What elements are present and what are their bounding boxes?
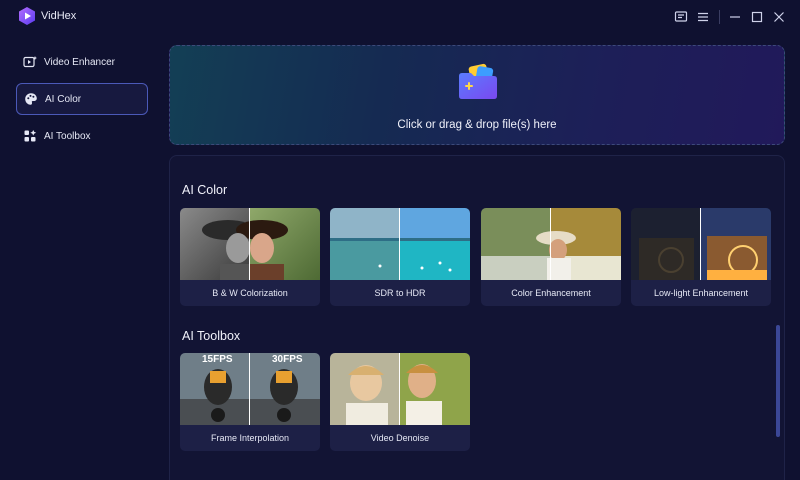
badge-15fps: 15FPS bbox=[202, 354, 233, 365]
card-label: Low-light Enhancement bbox=[653, 288, 749, 298]
sidebar-item-video-enhancer[interactable]: Video Enhancer bbox=[16, 46, 148, 78]
frame-interpolation-thumbnail: 15FPS 30FPS bbox=[180, 353, 320, 425]
content-scrollbar[interactable] bbox=[776, 325, 780, 437]
comparison-divider bbox=[550, 208, 551, 280]
app-name: VidHex bbox=[41, 10, 77, 22]
card-label: Video Denoise bbox=[370, 433, 430, 443]
comparison-divider bbox=[700, 208, 701, 280]
card-label: B & W Colorization bbox=[212, 288, 288, 298]
palette-icon bbox=[24, 92, 38, 106]
comparison-divider bbox=[399, 208, 400, 280]
close-icon[interactable] bbox=[771, 9, 787, 25]
low-light-enhancement-thumbnail bbox=[631, 208, 771, 280]
comparison-divider bbox=[249, 208, 250, 280]
sidebar-item-ai-color[interactable]: AI Color bbox=[16, 83, 148, 115]
vidhex-logo-icon bbox=[17, 6, 37, 26]
maximize-icon[interactable] bbox=[749, 9, 765, 25]
card-video-denoise[interactable]: Video Denoise bbox=[330, 353, 470, 451]
card-label: Frame Interpolation bbox=[210, 433, 290, 443]
card-label: SDR to HDR bbox=[374, 288, 426, 298]
sidebar-item-label: Video Enhancer bbox=[44, 56, 115, 68]
drop-zone-text: Click or drag & drop file(s) here bbox=[397, 119, 557, 131]
folder-plus-icon bbox=[456, 62, 500, 102]
feedback-icon[interactable] bbox=[673, 9, 689, 25]
sidebar-item-label: AI Toolbox bbox=[44, 130, 91, 142]
section-title-ai-toolbox: AI Toolbox bbox=[182, 329, 241, 343]
minimize-icon[interactable] bbox=[727, 9, 743, 25]
bw-colorization-thumbnail bbox=[180, 208, 320, 280]
card-bw-colorization[interactable]: B & W Colorization bbox=[180, 208, 320, 306]
color-enhancement-thumbnail bbox=[481, 208, 621, 280]
file-drop-zone[interactable]: Click or drag & drop file(s) here bbox=[169, 45, 785, 145]
titlebar-separator bbox=[719, 10, 720, 24]
sidebar: Video Enhancer AI Color AI Toolbox bbox=[0, 40, 160, 480]
sidebar-item-ai-toolbox[interactable]: AI Toolbox bbox=[16, 120, 148, 152]
sidebar-item-label: AI Color bbox=[45, 93, 82, 105]
card-color-enhancement[interactable]: Color Enhancement bbox=[481, 208, 621, 306]
comparison-divider bbox=[399, 353, 400, 425]
card-sdr-to-hdr[interactable]: SDR to HDR bbox=[330, 208, 470, 306]
toolbox-icon bbox=[23, 129, 37, 143]
card-frame-interpolation[interactable]: 15FPS 30FPS Frame Interpolation bbox=[180, 353, 320, 451]
section-title-ai-color: AI Color bbox=[182, 183, 228, 197]
card-low-light-enhancement[interactable]: Low-light Enhancement bbox=[631, 208, 771, 306]
sdr-to-hdr-thumbnail bbox=[330, 208, 470, 280]
menu-icon[interactable] bbox=[695, 9, 711, 25]
video-enhancer-icon bbox=[23, 55, 37, 69]
card-label: Color Enhancement bbox=[511, 288, 591, 298]
title-bar: VidHex bbox=[0, 0, 800, 34]
badge-30fps: 30FPS bbox=[272, 354, 303, 365]
video-denoise-thumbnail bbox=[330, 353, 470, 425]
comparison-divider bbox=[249, 353, 250, 425]
